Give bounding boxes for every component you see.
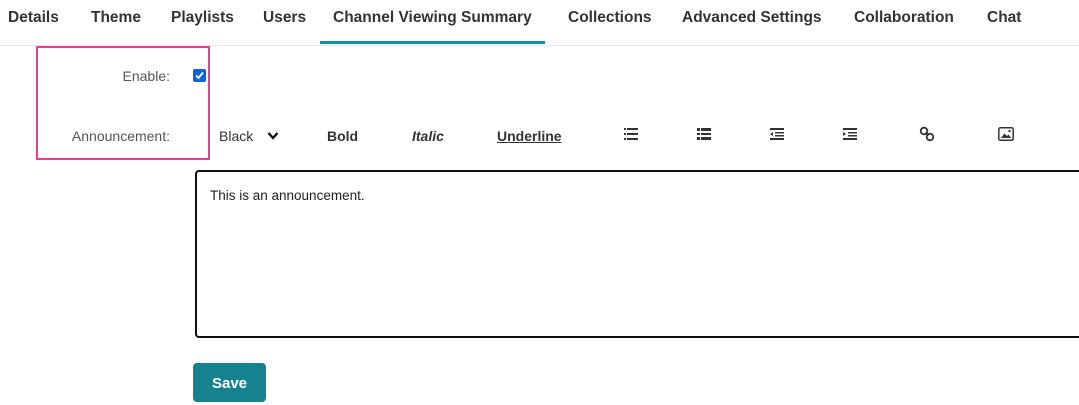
indent-icon[interactable]: [843, 128, 857, 140]
checkmark-icon: [195, 71, 204, 80]
tab-collaboration[interactable]: Collaboration: [854, 0, 954, 44]
tab-details[interactable]: Details: [8, 0, 59, 44]
tab-playlists[interactable]: Playlists: [171, 0, 234, 44]
ordered-list-icon[interactable]: [624, 128, 638, 140]
color-select-value: Black: [219, 128, 254, 144]
unordered-list-icon[interactable]: [697, 128, 711, 140]
save-button[interactable]: Save: [193, 363, 266, 402]
enable-label: Enable:: [122, 68, 170, 84]
tab-theme[interactable]: Theme: [91, 0, 141, 44]
underline-button[interactable]: Underline: [497, 120, 562, 152]
link-icon[interactable]: [919, 126, 935, 142]
tab-bar: Details Theme Playlists Users Channel Vi…: [0, 0, 1079, 46]
chevron-down-icon: [267, 132, 279, 140]
tab-chat[interactable]: Chat: [987, 0, 1021, 44]
color-select[interactable]: Black: [219, 120, 279, 152]
editor-content[interactable]: This is an announcement.: [210, 188, 365, 203]
tab-advanced-settings[interactable]: Advanced Settings: [682, 0, 822, 44]
enable-checkbox[interactable]: [193, 69, 206, 82]
tab-collections[interactable]: Collections: [568, 0, 652, 44]
image-icon[interactable]: [998, 127, 1014, 141]
outdent-icon[interactable]: [770, 128, 784, 140]
announcement-label: Announcement:: [71, 128, 170, 144]
page: Details Theme Playlists Users Channel Vi…: [0, 0, 1079, 405]
tab-users[interactable]: Users: [263, 0, 306, 44]
italic-button[interactable]: Italic: [412, 120, 444, 152]
tab-channel-viewing-summary[interactable]: Channel Viewing Summary: [320, 0, 545, 44]
announcement-editor[interactable]: This is an announcement.: [195, 170, 1079, 338]
bold-button[interactable]: Bold: [327, 120, 358, 152]
